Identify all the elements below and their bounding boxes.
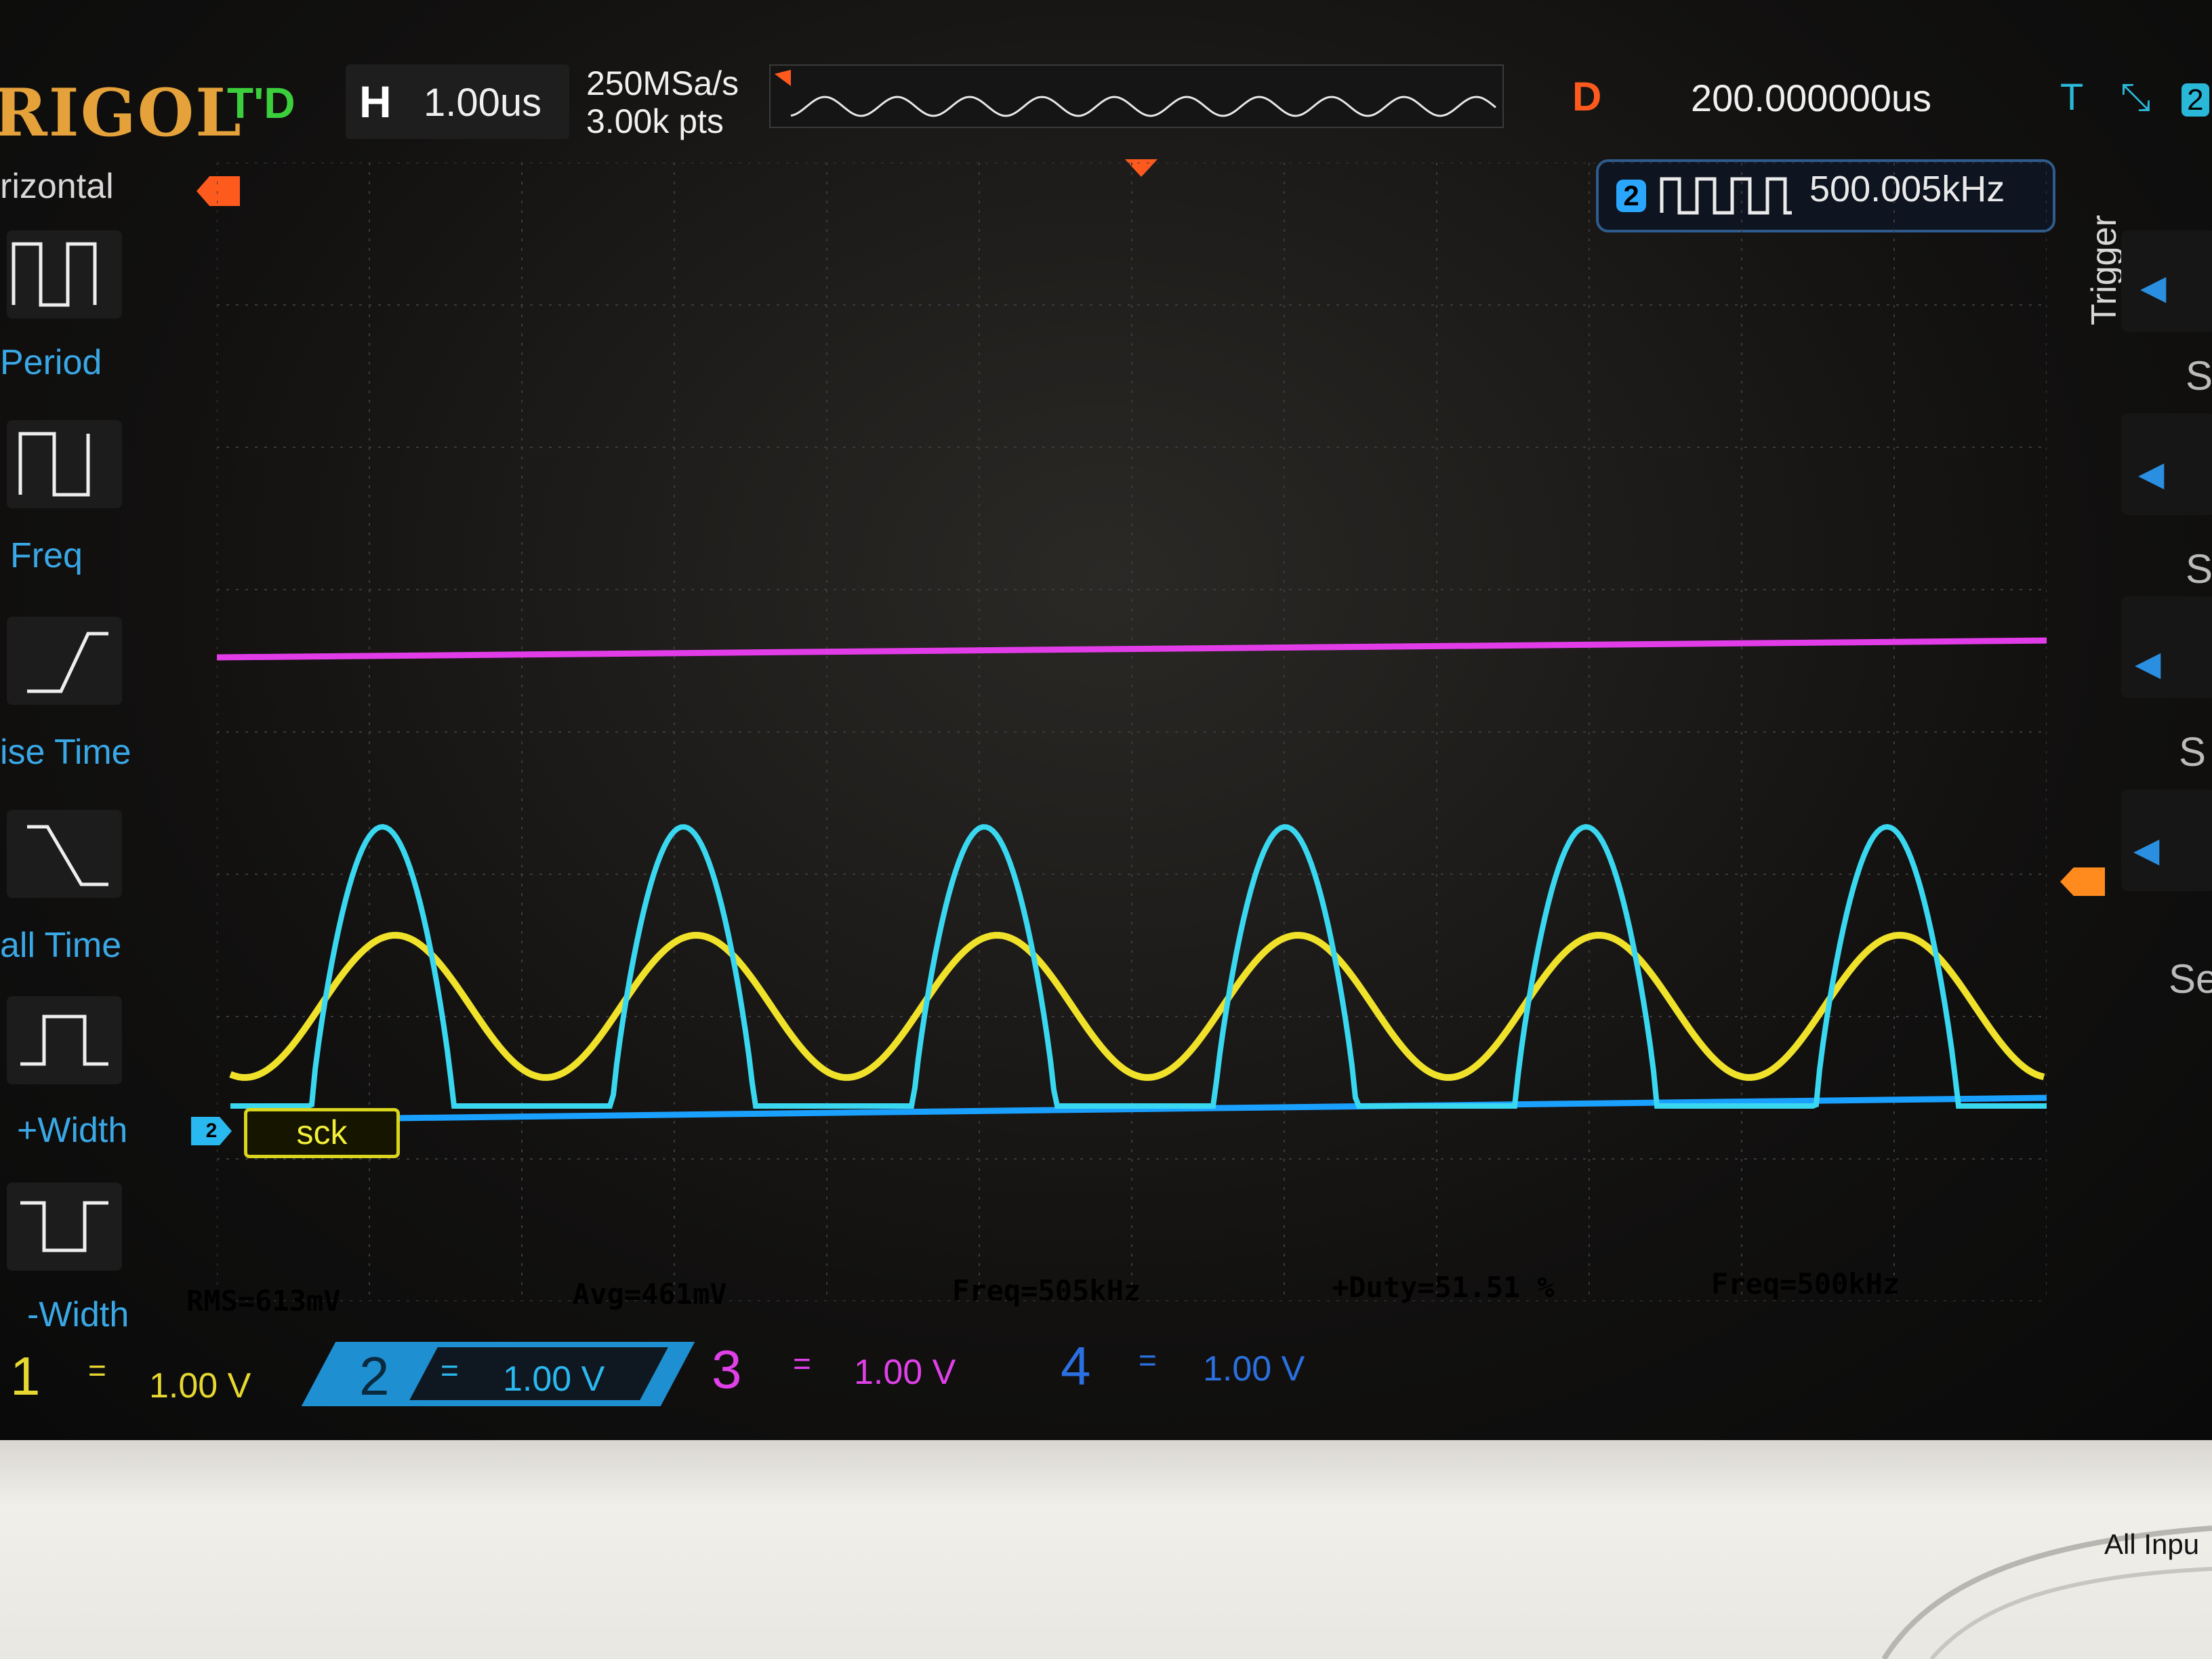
period-button[interactable]	[7, 230, 122, 319]
right-menu-label-1: S	[2186, 353, 2212, 398]
fall-time-label: all Time	[0, 926, 122, 965]
right-menu-label-2: S	[2186, 546, 2212, 592]
channel-4-button[interactable]: 4	[1061, 1335, 1091, 1397]
all-input-label: All Inpu	[2104, 1528, 2200, 1560]
measurement-rms: RMS=613mV	[186, 1284, 341, 1317]
measurement-freq-ch1: Freq=505kHz	[952, 1274, 1141, 1307]
input-panel-outline	[1881, 1525, 2212, 1659]
positive-width-icon	[20, 1015, 108, 1066]
channel-1-scale: 1.00 V	[149, 1366, 251, 1406]
fall-time-button[interactable]	[7, 810, 122, 898]
fall-time-icon	[27, 825, 108, 886]
channel-3-button[interactable]: 3	[712, 1338, 742, 1401]
edge-icon: ⤡	[2120, 75, 2151, 118]
freq-label: Freq	[10, 536, 83, 575]
channel-3-scale: 1.00 V	[854, 1353, 956, 1392]
waveform-display	[217, 163, 2047, 1301]
channel-3-trace	[217, 637, 2047, 661]
left-arrow-icon: ◀	[2133, 831, 2160, 869]
trigger-status: T'D	[227, 79, 295, 127]
sample-rate: 250MSa/s	[586, 64, 739, 102]
negative-width-label: -Width	[27, 1295, 129, 1334]
right-menu-item-1[interactable]	[2121, 230, 2212, 332]
trigger-icons: T ⤡ 2	[2060, 75, 2209, 120]
oscilloscope-screen: RIGOL T'D H 1.00us 250MSa/s 3.00k pts D …	[0, 0, 2212, 1440]
instrument-bezel: All Inpu	[0, 1440, 2212, 1659]
memory-depth: 3.00k pts	[586, 102, 724, 140]
measurement-freq-ch2: Freq=500kHz	[1711, 1267, 1900, 1300]
channel-3-coupling: =	[793, 1346, 811, 1381]
positive-width-label: +Width	[17, 1111, 128, 1150]
acquisition-info: 250MSa/s 3.00k pts	[586, 64, 739, 140]
trigger-menu-title: Trigger	[2085, 215, 2124, 325]
right-menu-label-4: Se	[2169, 956, 2212, 1002]
channel-2-button[interactable]: 2	[359, 1345, 390, 1408]
channel-1-coupling: =	[88, 1353, 106, 1388]
freq-icon	[18, 432, 90, 497]
negative-width-button[interactable]	[7, 1183, 122, 1271]
waveform-overview[interactable]	[769, 64, 1504, 128]
freq-button[interactable]	[7, 420, 122, 508]
positive-width-button[interactable]	[7, 996, 122, 1084]
channel-2-coupling: =	[441, 1353, 459, 1388]
left-arrow-icon: ◀	[2138, 455, 2165, 493]
channel-4-coupling: =	[1139, 1343, 1157, 1378]
delay-value[interactable]: 200.000000us	[1691, 76, 1931, 120]
left-arrow-icon: ◀	[2135, 644, 2161, 682]
channel-1-button[interactable]: 1	[10, 1345, 41, 1408]
left-menu-title: rizontal	[0, 167, 114, 206]
trigger-type-icon: T	[2060, 75, 2083, 118]
period-label: Period	[0, 343, 102, 382]
channel-4-scale: 1.00 V	[1203, 1349, 1305, 1389]
negative-width-icon	[20, 1201, 108, 1252]
rise-time-button[interactable]	[7, 617, 122, 705]
channel-2-scale: 1.00 V	[503, 1359, 605, 1399]
right-menu-item-2[interactable]	[2121, 413, 2212, 515]
delay-label: D	[1572, 74, 1602, 119]
overview-trigger-icon	[775, 70, 791, 86]
left-arrow-icon: ◀	[2140, 268, 2167, 306]
rise-time-label: ise Time	[0, 733, 131, 772]
trigger-source-badge: 2	[2182, 83, 2209, 117]
rise-time-icon	[27, 632, 108, 693]
channel-1-trace	[229, 932, 2045, 1081]
timebase-label: H	[359, 77, 392, 127]
right-menu-label-3: S	[2179, 729, 2207, 775]
overview-waveform	[775, 70, 1496, 117]
sck-label: sck	[244, 1108, 400, 1158]
measurement-avg: Avg=461mV	[573, 1277, 727, 1311]
period-icon	[12, 242, 97, 307]
measurement-duty: +Duty=51.51 %	[1332, 1271, 1555, 1304]
trigger-level-marker[interactable]	[2060, 867, 2105, 896]
graticule	[217, 163, 2047, 1301]
timebase-value: 1.00us	[424, 81, 542, 125]
brand-logo: RIGOL	[0, 75, 243, 151]
